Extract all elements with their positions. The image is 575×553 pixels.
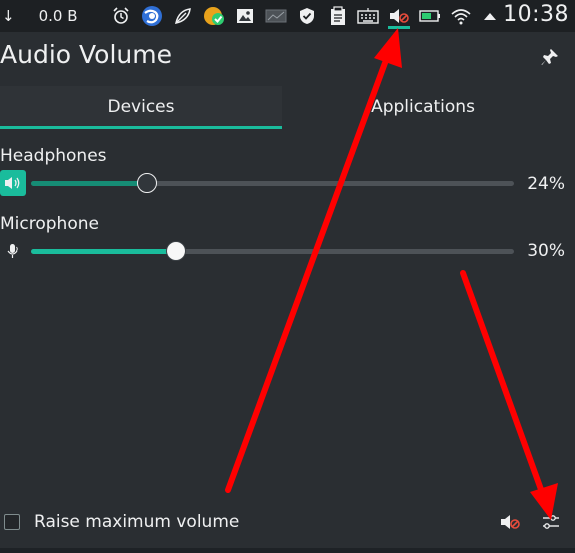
keyboard-icon[interactable] <box>356 4 380 28</box>
tab-bar: Devices Applications <box>0 86 575 130</box>
microphone-mute-button[interactable] <box>0 238 26 264</box>
image-viewer-icon[interactable] <box>234 4 256 28</box>
display-icon[interactable] <box>264 4 288 28</box>
raise-maximum-volume-label: Raise maximum volume <box>34 512 240 532</box>
volume-muted-icon <box>501 515 520 529</box>
network-rate-indicator[interactable]: ↓ 0.0 B <box>2 4 92 28</box>
volume-muted-icon[interactable] <box>388 4 410 28</box>
slider-fill <box>31 181 147 186</box>
battery-icon[interactable] <box>418 4 442 28</box>
headphones-volume-slider[interactable] <box>31 172 514 194</box>
annotation-overlay <box>225 28 558 520</box>
clock[interactable]: 10:38 <box>503 2 569 27</box>
microphone-icon <box>7 244 18 258</box>
popup-title: Audio Volume <box>0 40 172 69</box>
expand-tray-arrow-icon[interactable] <box>480 4 500 28</box>
microphone-volume-percent: 30% <box>527 241 565 261</box>
leaf-app-icon[interactable] <box>172 4 194 28</box>
microphone-volume-slider[interactable] <box>31 240 514 262</box>
raise-maximum-volume-option[interactable]: Raise maximum volume <box>4 512 239 532</box>
tab-devices[interactable]: Devices <box>0 86 282 128</box>
system-tray-panel: ↓ 0.0 B 10:38 <box>0 0 575 32</box>
device-label-microphone: Microphone <box>0 214 99 234</box>
raise-maximum-volume-checkbox[interactable] <box>4 514 20 530</box>
pin-button[interactable] <box>539 46 561 68</box>
annotation-arrow-to-configure <box>460 270 558 520</box>
wifi-icon[interactable] <box>449 4 473 28</box>
tab-applications[interactable]: Applications <box>282 86 564 128</box>
update-check-icon[interactable] <box>202 4 226 28</box>
alarm-clock-icon[interactable] <box>110 4 132 28</box>
headphones-volume-percent: 24% <box>527 174 565 194</box>
slider-handle[interactable] <box>136 173 157 193</box>
clipboard-icon[interactable] <box>327 4 349 28</box>
mute-all-button[interactable] <box>498 510 522 534</box>
device-label-headphones: Headphones <box>0 146 107 166</box>
slider-fill <box>31 249 176 254</box>
shield-icon[interactable] <box>296 4 318 28</box>
speaker-icon <box>5 177 20 189</box>
network-rate-value: 0.0 B <box>38 7 78 25</box>
bottom-edge <box>0 548 575 553</box>
browser-globe-icon[interactable] <box>140 4 164 28</box>
download-arrow-icon: ↓ <box>2 7 15 25</box>
configure-button[interactable] <box>539 510 563 534</box>
headphones-mute-button[interactable] <box>0 170 26 196</box>
pin-icon <box>541 49 558 65</box>
slider-handle[interactable] <box>165 241 186 261</box>
audio-volume-screen: ↓ 0.0 B 10:38 Audio Volume Devices Appli… <box>0 0 575 553</box>
configure-icon <box>543 515 559 529</box>
active-tray-indicator <box>388 26 410 29</box>
active-tab-indicator <box>0 126 282 129</box>
